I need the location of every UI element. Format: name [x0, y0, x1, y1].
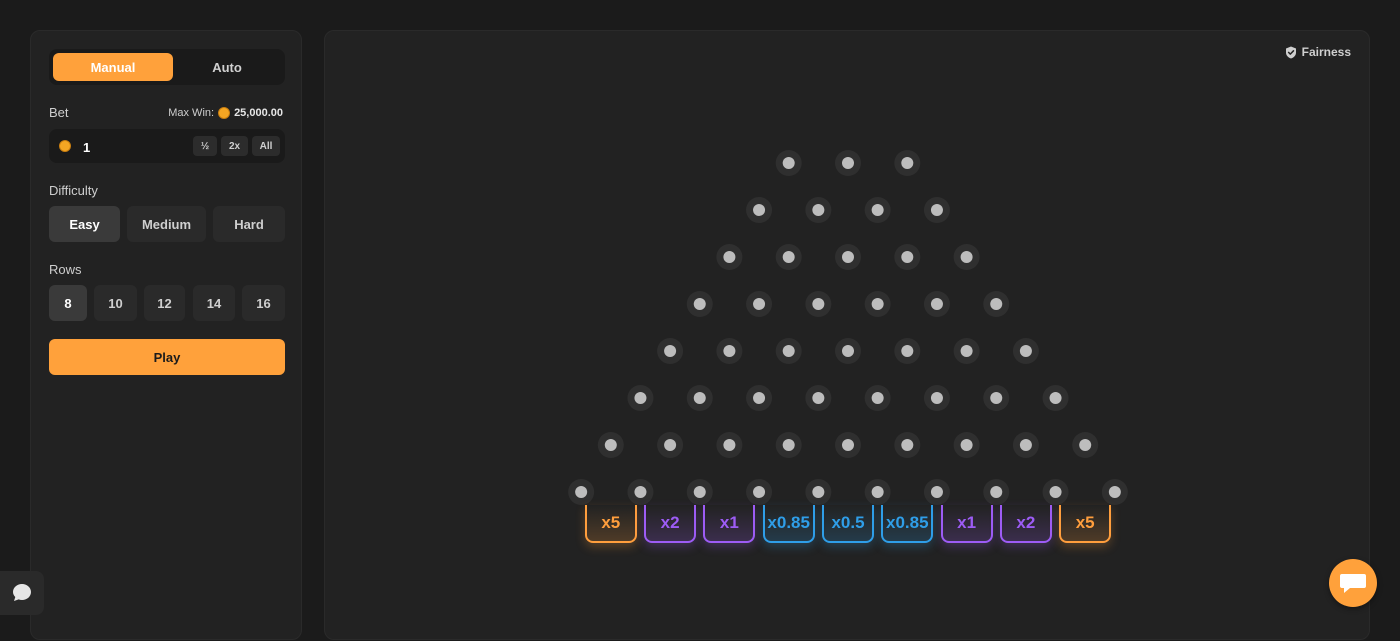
peg: [775, 432, 802, 458]
difficulty-label: Difficulty: [49, 183, 98, 198]
peg: [746, 479, 773, 505]
peg: [983, 291, 1010, 317]
manual-tab[interactable]: Manual: [53, 53, 173, 81]
peg: [597, 432, 624, 458]
peg: [864, 385, 891, 411]
peg: [686, 291, 713, 317]
peg: [716, 338, 743, 364]
peg: [923, 291, 950, 317]
peg: [835, 150, 861, 176]
peg: [686, 385, 713, 411]
half-bet-button[interactable]: ½: [193, 136, 217, 156]
peg: [805, 291, 832, 317]
multiplier-bucket: x0.5: [822, 505, 874, 543]
rows-8-button[interactable]: 8: [49, 285, 87, 321]
multiplier-bucket: x1: [940, 505, 993, 543]
rows-14-button[interactable]: 14: [193, 285, 235, 321]
peg: [983, 479, 1010, 505]
bet-field: ½ 2x All: [49, 129, 285, 163]
peg: [953, 338, 980, 364]
multiplier-bucket: x0.85: [881, 505, 934, 543]
peg: [864, 291, 891, 317]
multiplier-bucket: x2: [644, 505, 697, 543]
peg: [746, 291, 773, 317]
rows-16-button[interactable]: 16: [242, 285, 285, 321]
peg-field: [568, 150, 1128, 505]
rows-12-button[interactable]: 12: [144, 285, 185, 321]
control-panel: Manual Auto Bet Max Win: 25,000.00 ½ 2x …: [30, 30, 302, 640]
auto-tab[interactable]: Auto: [167, 53, 287, 81]
max-win: Max Win: 25,000.00: [168, 107, 283, 119]
multiplier-bucket: x0.85: [762, 505, 815, 543]
peg: [657, 432, 684, 458]
peg: [923, 479, 950, 505]
multiplier-bucket: x1: [703, 505, 756, 543]
peg: [657, 338, 684, 364]
peg: [775, 338, 802, 364]
peg: [805, 479, 832, 505]
max-win-value: 25,000.00: [234, 107, 283, 119]
peg: [864, 197, 891, 223]
peg: [894, 432, 921, 458]
peg: [568, 479, 595, 505]
difficulty-hard-button[interactable]: Hard: [213, 206, 285, 242]
peg: [894, 150, 921, 176]
peg: [835, 244, 861, 270]
rows-10-button[interactable]: 10: [94, 285, 137, 321]
peg: [805, 197, 832, 223]
peg: [923, 197, 950, 223]
peg: [894, 338, 921, 364]
message-icon: [1340, 574, 1366, 593]
all-bet-button[interactable]: All: [252, 136, 280, 156]
peg: [983, 385, 1010, 411]
multiplier-bucket: x5: [1059, 505, 1112, 543]
peg: [953, 244, 980, 270]
peg: [746, 385, 773, 411]
peg: [835, 432, 861, 458]
peg: [864, 479, 891, 505]
difficulty-easy-button[interactable]: Easy: [49, 206, 120, 242]
peg: [716, 432, 743, 458]
peg: [627, 479, 654, 505]
max-win-label: Max Win:: [168, 107, 215, 119]
chat-button[interactable]: [0, 571, 44, 615]
support-chat-button[interactable]: [1329, 559, 1377, 607]
multiplier-bucket: x5: [584, 505, 637, 543]
bet-input[interactable]: [81, 136, 185, 158]
peg: [1042, 385, 1069, 411]
coin-icon: [218, 107, 231, 119]
bet-label: Bet: [49, 105, 69, 120]
peg: [1101, 479, 1128, 505]
peg: [805, 385, 832, 411]
peg: [716, 244, 743, 270]
difficulty-medium-button[interactable]: Medium: [127, 206, 206, 242]
multiplier-bucket: x2: [999, 505, 1052, 543]
double-bet-button[interactable]: 2x: [221, 136, 248, 156]
peg: [923, 385, 950, 411]
peg: [894, 244, 921, 270]
mode-toggle: Manual Auto: [49, 49, 285, 85]
peg: [835, 338, 861, 364]
peg: [746, 197, 773, 223]
peg: [775, 244, 802, 270]
peg: [1042, 479, 1069, 505]
peg: [627, 385, 654, 411]
play-button[interactable]: Play: [49, 339, 285, 375]
coin-icon: [59, 140, 71, 152]
peg: [1072, 432, 1099, 458]
rows-label: Rows: [49, 262, 82, 277]
peg: [775, 150, 802, 176]
chat-bubble-icon: [13, 584, 31, 601]
peg: [953, 432, 980, 458]
peg: [1012, 432, 1039, 458]
peg: [1012, 338, 1039, 364]
plinko-board: Fairness x5 x2 x1 x0.85 x0.5 x0.85 x1 x2 x5: [324, 30, 1370, 640]
peg: [686, 479, 713, 505]
